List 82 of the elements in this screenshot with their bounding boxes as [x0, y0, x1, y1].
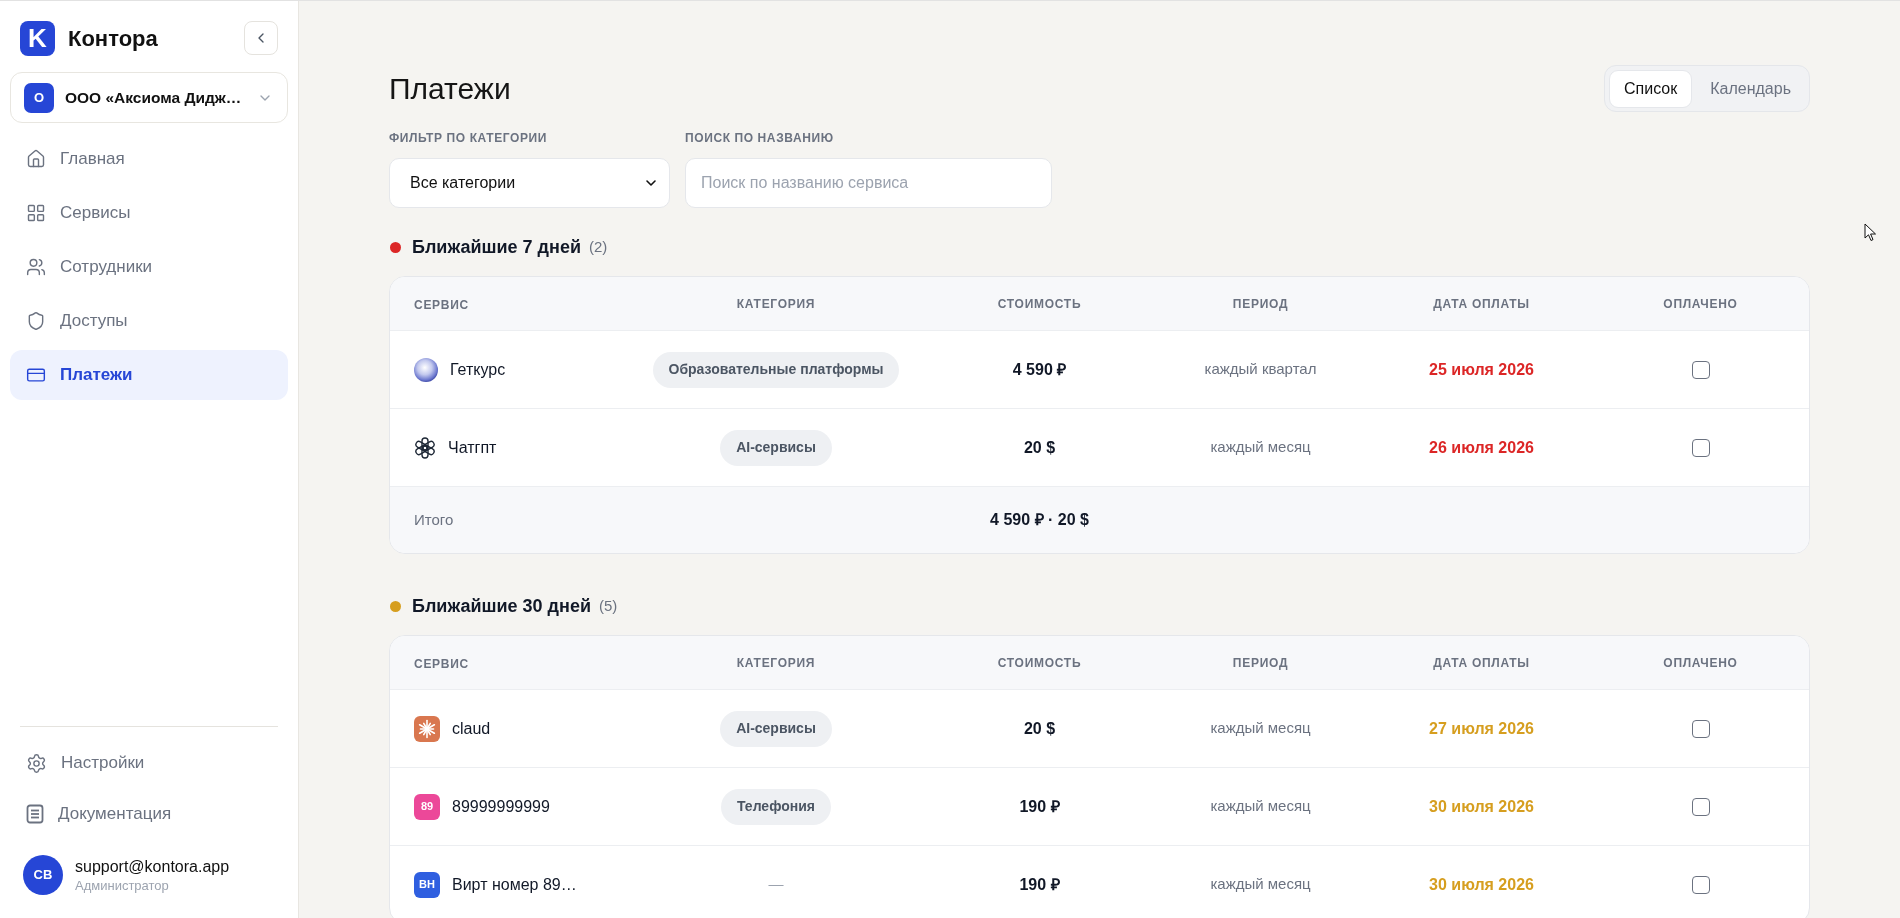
nav-item[interactable]: Сотрудники [10, 242, 288, 292]
column-header: ПЕРИОД [1232, 654, 1289, 672]
paid-checkbox[interactable] [1691, 360, 1710, 379]
organization-selector[interactable]: О ООО «Аксиома Дидж… [10, 72, 288, 123]
page-title: Платежи [389, 71, 511, 107]
section-title: Ближайшие 7 дней [412, 235, 581, 259]
period-text: каждый месяц [1210, 796, 1311, 817]
user-email: support@kontora.app [75, 856, 230, 877]
view-tab[interactable]: Список [1609, 69, 1693, 108]
column-header: СТОИМОСТЬ [997, 654, 1082, 672]
section-count: (5) [599, 595, 618, 616]
service-name: claud [452, 718, 491, 739]
due-date: 27 июля 2026 [1429, 718, 1534, 739]
section-title: Ближайшие 30 дней [412, 594, 591, 618]
column-header: СЕРВИС [414, 297, 469, 312]
category-tag: AI-сервисы [720, 710, 832, 747]
period-text: каждый месяц [1210, 874, 1311, 895]
period-text: каждый месяц [1210, 718, 1311, 739]
initials-avatar: 89 [414, 793, 440, 820]
empty-category-text: — [768, 874, 784, 895]
sidebar-link[interactable]: Настройки [10, 740, 288, 786]
nav-item[interactable]: Сервисы [10, 188, 288, 238]
due-date: 25 июля 2026 [1429, 359, 1534, 380]
nav-item[interactable]: Доступы [10, 296, 288, 346]
total-label: Итого [414, 511, 454, 528]
nav-item[interactable]: Главная [10, 134, 288, 184]
service-name: Вирт номер 89… [452, 874, 577, 895]
total-value: 4 590 ₽ · 20 $ [990, 510, 1089, 530]
users-icon [26, 257, 46, 277]
due-date: 26 июля 2026 [1429, 437, 1534, 458]
period-text: каждый квартал [1204, 359, 1317, 380]
column-header: СТОИМОСТЬ [997, 295, 1082, 313]
filter-label: ПОИСК ПО НАЗВАНИЮ [685, 131, 835, 145]
view-tab[interactable]: Календарь [1696, 69, 1805, 108]
app-name: Контора [68, 24, 158, 53]
paid-checkbox[interactable] [1691, 797, 1710, 816]
category-tag: Телефония [721, 788, 831, 825]
app-logo: K [20, 20, 55, 56]
price-text: 4 590 ₽ [1012, 359, 1067, 380]
section-count: (2) [588, 236, 608, 257]
category-tag: Образовательные платформы [652, 351, 900, 388]
service-name: 89999999999 [452, 796, 550, 817]
document-icon [26, 804, 44, 824]
due-date: 30 июля 2026 [1429, 796, 1534, 817]
user-role: Администратор [75, 876, 170, 894]
settings-icon [26, 752, 47, 774]
paid-checkbox[interactable] [1691, 719, 1710, 738]
column-header: КАТЕГОРИЯ [736, 295, 816, 313]
home-icon [26, 149, 46, 169]
column-header: ПЕРИОД [1232, 295, 1289, 313]
organization-avatar: О [24, 82, 54, 113]
period-text: каждый месяц [1210, 437, 1311, 458]
service-name: Чатгпт [448, 437, 497, 458]
sidebar-link[interactable]: Документация [10, 791, 288, 837]
starburst-icon [414, 715, 440, 742]
price-text: 190 ₽ [1019, 796, 1060, 817]
grid-icon [26, 203, 46, 223]
knot-icon [414, 436, 436, 459]
column-header: ОПЛАЧЕНО [1663, 295, 1738, 313]
column-header: ДАТА ОПЛАТЫ [1433, 654, 1530, 672]
column-header: ДАТА ОПЛАТЫ [1433, 295, 1530, 313]
column-header: КАТЕГОРИЯ [736, 654, 816, 672]
category-select[interactable]: Все категории [389, 158, 670, 208]
service-name: Геткурс [450, 359, 506, 380]
price-text: 20 $ [1023, 718, 1056, 739]
mouse-pointer-icon [1864, 223, 1877, 242]
nav-item[interactable]: Платежи [10, 350, 288, 400]
filter-label: ФИЛЬТР ПО КАТЕГОРИИ [389, 131, 549, 145]
shield-icon [26, 311, 46, 331]
due-date: 30 июля 2026 [1429, 874, 1534, 895]
paid-checkbox[interactable] [1691, 875, 1710, 894]
credit-card-icon [26, 365, 46, 385]
initials-avatar: ВН [414, 871, 440, 898]
column-header: ОПЛАЧЕНО [1663, 654, 1738, 672]
paid-checkbox[interactable] [1691, 438, 1710, 457]
globe-icon [414, 357, 438, 382]
category-tag: AI-сервисы [720, 429, 832, 466]
column-header: СЕРВИС [414, 656, 469, 671]
user-avatar: СВ [23, 855, 63, 895]
price-text: 190 ₽ [1019, 874, 1060, 895]
price-text: 20 $ [1023, 437, 1056, 458]
search-field[interactable]: Поиск по названию сервиса [685, 158, 1052, 208]
